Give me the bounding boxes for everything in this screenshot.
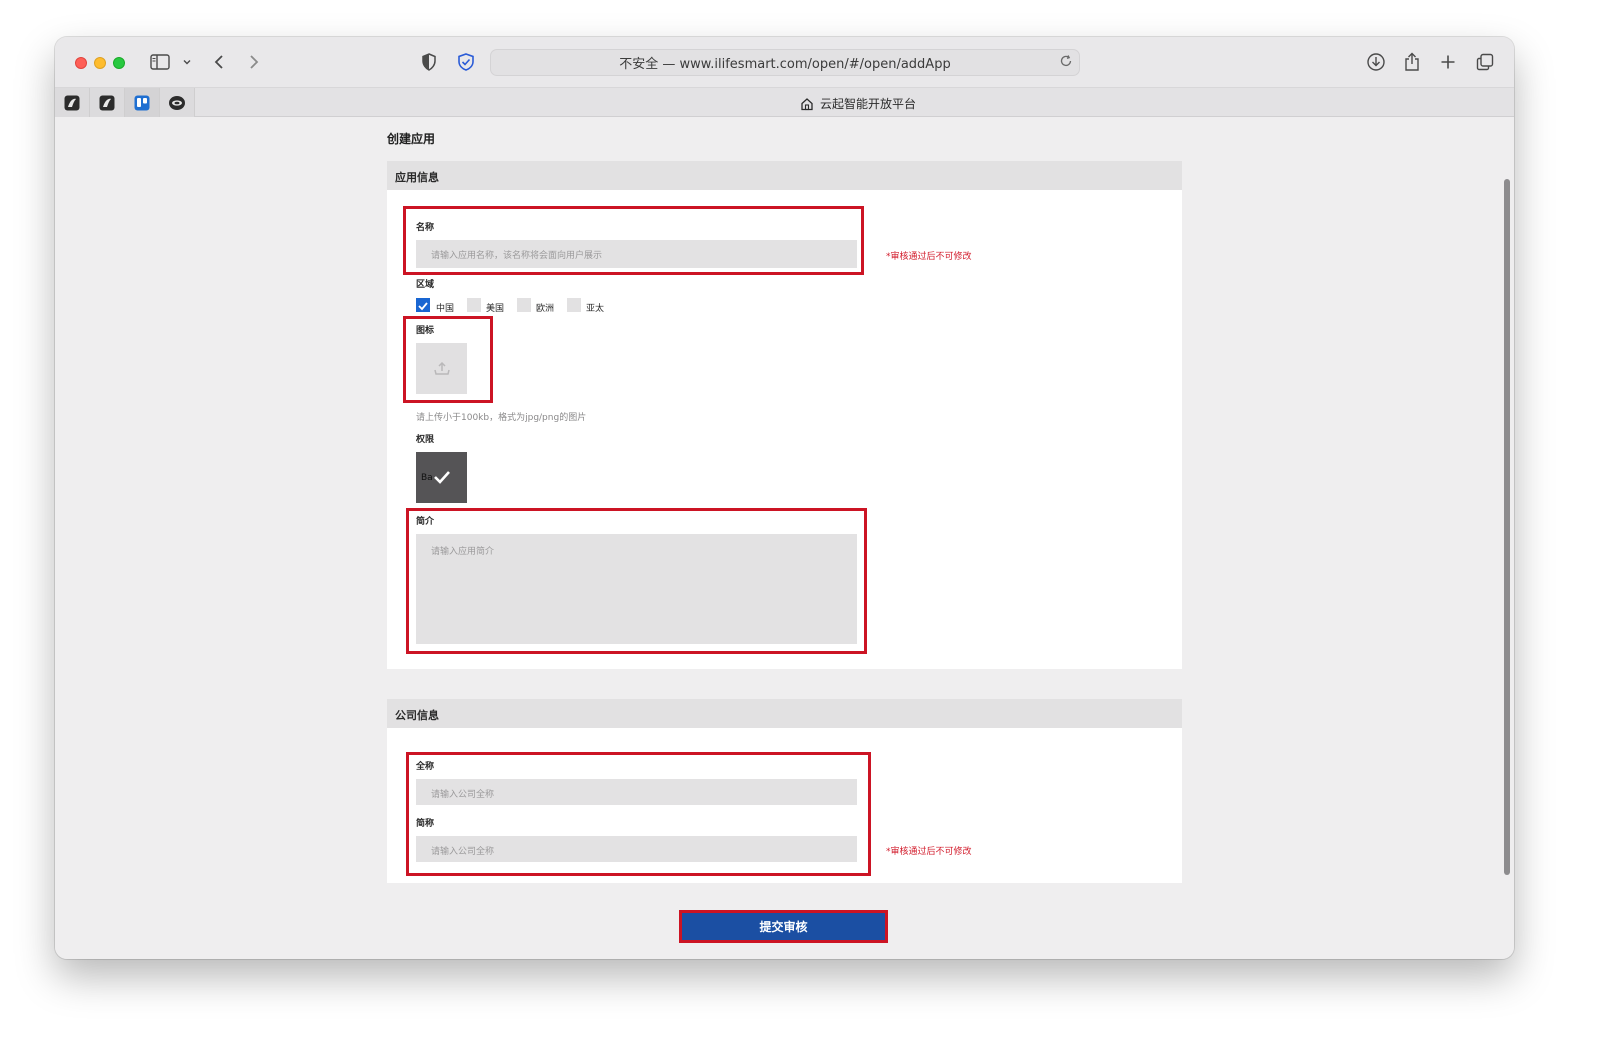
bookmark-2-icon[interactable] [90,88,125,117]
vertical-scrollbar[interactable] [1504,179,1510,875]
close-window-button[interactable] [75,57,87,69]
tab-overview-icon[interactable] [1476,51,1494,73]
page-content: 创建应用 应用信息 名称 请输入应用名称，该名称将会面向用户展示 *审核通过后不… [55,117,1514,959]
submit-review-button[interactable]: 提交审核 [679,910,888,943]
checkmark-icon [434,471,450,484]
icon-label: 图标 [416,326,435,336]
bookmark-1-icon[interactable] [55,88,90,117]
region-europe-checkbox[interactable] [517,298,531,312]
reload-icon[interactable] [1059,54,1073,72]
privacy-shield-icon[interactable] [421,51,437,73]
sidebar-icon[interactable] [150,51,170,73]
url-text: 不安全 — www.ilifesmart.com/open/#/open/add… [619,57,951,72]
download-icon[interactable] [1366,51,1386,73]
icon-hint: 请上传小于100kb，格式为jpg/png的图片 [416,413,587,423]
app-intro-textarea[interactable]: 请输入应用简介 [416,534,857,644]
chevron-down-icon[interactable] [182,51,192,73]
share-icon[interactable] [1404,51,1420,73]
browser-window: 不安全 — www.ilifesmart.com/open/#/open/add… [55,37,1514,959]
app-info-header: 应用信息 [387,161,1182,190]
intro-label: 简介 [416,517,435,527]
company-info-header: 公司信息 [387,699,1182,728]
permission-text: Ba [421,473,433,483]
region-china-label: 中国 [436,304,455,314]
bitwarden-shield-icon[interactable] [457,51,475,73]
permission-option[interactable]: Ba [416,452,467,503]
forward-icon[interactable] [248,51,260,73]
app-info-card: 应用信息 名称 请输入应用名称，该名称将会面向用户展示 *审核通过后不可修改 区… [387,161,1182,669]
upload-icon [433,361,450,375]
shortname-note: *审核通过后不可修改 [886,847,972,857]
favorites-bar: 云起智能开放平台 [55,87,1514,117]
home-icon [801,97,813,110]
minimize-window-button[interactable] [94,57,106,69]
company-info-card: 公司信息 全称 请输入公司全称 简称 请输入公司全称 *审核通过后不可修改 [387,699,1182,883]
tab-title-text: 云起智能开放平台 [820,97,917,111]
shortname-label: 简称 [416,819,435,829]
region-us-label: 美国 [486,304,505,314]
region-china-checkbox[interactable] [416,298,430,312]
trello-icon[interactable] [125,88,160,117]
region-asia-pacific-label: 亚太 [586,304,605,314]
fullname-label: 全称 [416,762,435,772]
bookmark-4-icon[interactable] [160,88,195,117]
region-label: 区域 [416,280,435,290]
address-bar[interactable]: 不安全 — www.ilifesmart.com/open/#/open/add… [490,49,1080,76]
page-title: 创建应用 [387,132,436,146]
company-shortname-input[interactable]: 请输入公司全称 [416,836,857,862]
region-asia-pacific-checkbox[interactable] [567,298,581,312]
name-label: 名称 [416,223,435,233]
active-tab[interactable]: 云起智能开放平台 [800,95,916,112]
name-note: *审核通过后不可修改 [886,252,972,262]
new-tab-icon[interactable] [1440,51,1456,73]
region-europe-label: 欧洲 [536,304,555,314]
back-icon[interactable] [213,51,225,73]
app-name-input[interactable]: 请输入应用名称，该名称将会面向用户展示 [416,240,857,268]
permission-label: 权限 [416,435,435,445]
icon-upload-button[interactable] [416,343,467,394]
company-fullname-input[interactable]: 请输入公司全称 [416,779,857,805]
region-us-checkbox[interactable] [467,298,481,312]
browser-toolbar: 不安全 — www.ilifesmart.com/open/#/open/add… [55,37,1514,87]
zoom-window-button[interactable] [113,57,125,69]
